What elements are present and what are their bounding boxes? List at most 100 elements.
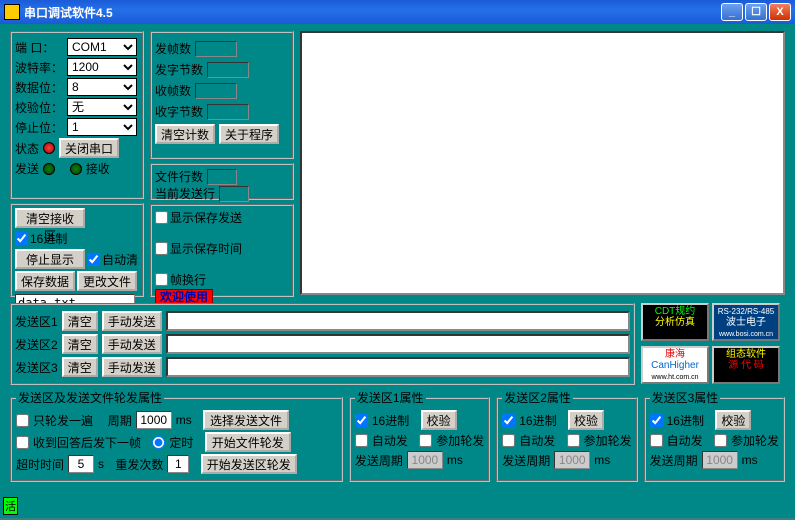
canhigher-badge[interactable]: 康海CanHigherwww.ht.com.cn (641, 346, 709, 384)
tx2-label: 发送区2 (15, 336, 58, 353)
rx-display[interactable] (300, 31, 785, 295)
txframes-value (195, 41, 237, 57)
curline-value (219, 186, 249, 202)
window-title: 串口调试软件4.5 (24, 4, 719, 21)
retry-field[interactable] (167, 455, 189, 473)
tx2-clear-button[interactable]: 清空 (62, 334, 98, 354)
tx2-input[interactable] (166, 334, 630, 354)
tx1-period-field (407, 451, 443, 469)
opts-panel: 显示保存发送 显示保存时间 帧换行 欢迎使用 关键字过滤接收 关键字 (150, 204, 294, 297)
live-indicator: 活 (3, 497, 18, 515)
maximize-button[interactable]: ☐ (745, 3, 767, 21)
tx1-props-legend: 发送区1属性 (355, 389, 426, 406)
parity-select[interactable]: 无 (67, 98, 137, 116)
tx3-input[interactable] (166, 357, 630, 377)
start-zone-button[interactable]: 开始发送区轮发 (201, 454, 297, 474)
save-data-button[interactable]: 保存数据 (15, 271, 75, 291)
rx-panel: 清空接收区 16进制 停止显示 自动清 保存数据 更改文件 (10, 203, 144, 297)
tx1-label: 发送区1 (15, 313, 58, 330)
stopbits-label: 停止位： (15, 119, 67, 136)
tx1-input[interactable] (166, 311, 630, 331)
tx3-hex-checkbox[interactable] (650, 414, 663, 427)
rxbytes-label: 收字节数 (155, 103, 203, 120)
cdt-badge[interactable]: CDT规约分析仿真 (641, 303, 709, 341)
start-file-button[interactable]: 开始文件轮发 (205, 432, 291, 452)
tx3-clear-button[interactable]: 清空 (62, 357, 98, 377)
rxframes-value (195, 83, 237, 99)
autoclear-checkbox[interactable] (87, 253, 100, 266)
zutai-badge[interactable]: 组态软件源 代 码 (712, 346, 780, 384)
txbytes-value (207, 62, 249, 78)
clear-count-button[interactable]: 清空计数 (155, 124, 215, 144)
autoclear-checkbox-label: 自动清 (87, 249, 138, 269)
tx1-join-checkbox[interactable] (419, 434, 432, 447)
tx1-props-fieldset: 发送区1属性 16进制 校验 自动发 参加轮发 发送周期ms (349, 389, 490, 482)
tx3-props-legend: 发送区3属性 (650, 389, 721, 406)
tx3-auto-checkbox[interactable] (650, 434, 663, 447)
tx2-auto-checkbox[interactable] (502, 434, 515, 447)
databits-select[interactable]: 8 (67, 78, 137, 96)
filelines-value (207, 169, 237, 185)
tx-led-icon (43, 163, 55, 175)
tx-panel: 发送区1 清空 手动发送 发送区2 清空 手动发送 发送区3 清空 手动发送 (10, 303, 635, 385)
minimize-button[interactable]: _ (721, 3, 743, 21)
close-button[interactable]: X (769, 3, 791, 21)
hex-checkbox[interactable] (15, 232, 28, 245)
send-file-fieldset: 发送区及发送文件轮发属性 只轮发一遍 周期 ms 选择发送文件 收到回答后发下一… (10, 389, 343, 482)
tx1-hex-checkbox[interactable] (355, 414, 368, 427)
send-after-reply-checkbox[interactable] (16, 436, 29, 449)
stats-panel: 发帧数 发字节数 收帧数 收字节数 清空计数 关于程序 (150, 31, 294, 159)
bosi-badge[interactable]: RS-232/RS-485波士电子www.bosi.com.cn (712, 303, 780, 341)
change-file-button[interactable]: 更改文件 (77, 271, 137, 291)
baud-label: 波特率： (15, 59, 67, 76)
tx3-label: 发送区3 (15, 359, 58, 376)
txframes-label: 发帧数 (155, 40, 191, 57)
show-save-tx-checkbox[interactable] (155, 211, 168, 224)
tx2-period-field (554, 451, 590, 469)
tx1-chk-button[interactable]: 校验 (421, 410, 457, 430)
show-save-time-checkbox[interactable] (155, 242, 168, 255)
about-button[interactable]: 关于程序 (219, 124, 279, 144)
databits-label: 数据位： (15, 79, 67, 96)
tx2-props-legend: 发送区2属性 (502, 389, 573, 406)
port-select[interactable]: COM1 (67, 38, 137, 56)
tx2-chk-button[interactable]: 校验 (568, 410, 604, 430)
port-panel: 端 口：COM1 波特率：1200 数据位：8 校验位：无 停止位：1 状态 关… (10, 31, 144, 199)
tx3-join-checkbox[interactable] (714, 434, 727, 447)
status-dot-icon (43, 142, 55, 154)
period-field[interactable] (136, 411, 172, 429)
tx-label: 发送 (15, 160, 39, 177)
clear-rx-button[interactable]: 清空接收区 (15, 208, 85, 228)
tx2-join-checkbox[interactable] (567, 434, 580, 447)
tx2-hex-checkbox[interactable] (502, 414, 515, 427)
stopbits-select[interactable]: 1 (67, 118, 137, 136)
timed-radio[interactable] (152, 436, 165, 449)
stop-display-button[interactable]: 停止显示 (15, 249, 85, 269)
show-save-tx-label: 显示保存发送 (170, 209, 242, 226)
hex-checkbox-label: 16进制 (15, 230, 67, 247)
baud-select[interactable]: 1200 (67, 58, 137, 76)
tx1-auto-checkbox[interactable] (355, 434, 368, 447)
send-once-checkbox[interactable] (16, 414, 29, 427)
parity-label: 校验位： (15, 99, 67, 116)
timeout-field[interactable] (68, 455, 94, 473)
tx3-manual-button[interactable]: 手动发送 (102, 357, 162, 377)
select-file-button[interactable]: 选择发送文件 (203, 410, 289, 430)
tx2-props-fieldset: 发送区2属性 16进制 校验 自动发 参加轮发 发送周期ms (496, 389, 637, 482)
tx3-period-field (702, 451, 738, 469)
rx-led-icon (70, 163, 82, 175)
port-label: 端 口： (15, 39, 67, 56)
tx1-clear-button[interactable]: 清空 (62, 311, 98, 331)
titlebar: 串口调试软件4.5 _ ☐ X (0, 0, 795, 24)
tx3-chk-button[interactable]: 校验 (715, 410, 751, 430)
close-port-button[interactable]: 关闭串口 (59, 138, 119, 158)
txbytes-label: 发字节数 (155, 61, 203, 78)
rxframes-label: 收帧数 (155, 82, 191, 99)
app-icon (4, 4, 20, 20)
frame-wrap-checkbox[interactable] (155, 273, 168, 286)
filelines-label: 文件行数 (155, 168, 203, 185)
tx1-manual-button[interactable]: 手动发送 (102, 311, 162, 331)
send-file-legend: 发送区及发送文件轮发属性 (16, 389, 164, 406)
status-label: 状态 (15, 140, 39, 157)
tx2-manual-button[interactable]: 手动发送 (102, 334, 162, 354)
